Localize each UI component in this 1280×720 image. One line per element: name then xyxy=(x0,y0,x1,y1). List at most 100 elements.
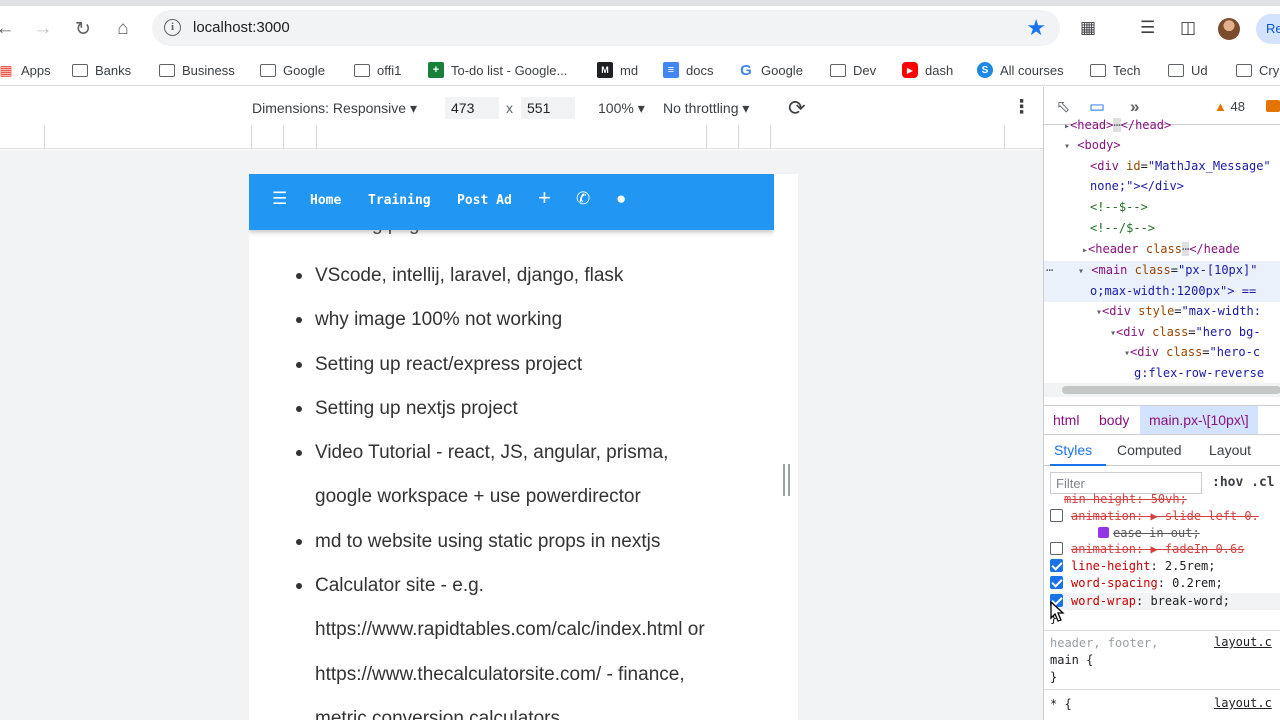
home-icon[interactable]: ⌂ xyxy=(110,16,136,42)
css-selector-dim[interactable]: header, footer, xyxy=(1050,635,1158,652)
css-decl-word-spacing[interactable]: word-spacing: 0.2rem; xyxy=(1050,575,1223,592)
plus-icon[interactable]: + xyxy=(538,185,551,211)
list-item: Setting up nextjs project xyxy=(249,387,774,431)
bookmark-dash[interactable]: ▶ dash xyxy=(902,60,953,80)
inspect-element-icon[interactable]: ⬁ xyxy=(1056,97,1070,117)
tab-styles[interactable]: Styles xyxy=(1054,442,1092,458)
bookmark-offi1[interactable]: offi1 xyxy=(354,60,401,80)
bookmark-dev[interactable]: Dev xyxy=(830,60,876,80)
dom-node-header[interactable]: ▸<header class⋯</heade xyxy=(1082,239,1240,259)
zoom-dropdown[interactable]: 100% ▾ xyxy=(598,100,645,117)
bookmark-google[interactable]: G Google xyxy=(738,60,803,80)
youtube-icon: ▶ xyxy=(902,62,918,78)
viewport-resize-handle[interactable] xyxy=(783,464,790,496)
reload-icon[interactable]: ↻ xyxy=(70,16,96,42)
dom-node-div-hero-c[interactable]: ▾<div class="hero-c xyxy=(1124,342,1260,362)
dom-node-mathjax-div[interactable]: <div id="MathJax_Message" xyxy=(1090,156,1271,176)
viewport-width-input[interactable]: 473 xyxy=(445,97,499,119)
tab-layout[interactable]: Layout xyxy=(1209,442,1251,458)
dom-comment[interactable]: <!--$--> xyxy=(1090,197,1148,217)
css-decl-animation-1-cont: ease-in-out; xyxy=(1098,525,1200,542)
device-toolbar: Dimensions: Responsive ▾ 473 x 551 100% … xyxy=(0,87,1043,125)
bookmark-docs[interactable]: ≡ docs xyxy=(663,60,713,80)
dom-node-main[interactable]: ▾ <main class="px-[10px]" xyxy=(1078,260,1257,280)
css-selector-main[interactable]: main { xyxy=(1050,652,1093,669)
forward-arrow-icon[interactable]: → xyxy=(30,16,56,42)
list-item: md to website using static props in next… xyxy=(249,520,774,564)
mouse-cursor-icon xyxy=(1050,601,1065,622)
more-options-icon[interactable]: ⋮ xyxy=(1012,96,1031,119)
bookmark-all-courses[interactable]: S All courses xyxy=(977,60,1064,80)
css-decl-line-height[interactable]: line-height: 2.5rem; xyxy=(1050,558,1216,575)
devtools-panel: ⬁ ▭ » ▲ 48 ▸<head>⋯</head> ▾ <body> <div… xyxy=(1043,87,1280,720)
site-info-icon[interactable]: i xyxy=(164,19,181,36)
css-decl-word-wrap[interactable]: word-wrap: break-word; xyxy=(1050,593,1280,610)
profile-avatar[interactable] xyxy=(1218,18,1240,40)
issues-icon[interactable] xyxy=(1266,100,1280,112)
site-navbar: ☰ Home Training Post Ad + ✆ ● xyxy=(249,174,774,230)
elements-tree: ▸<head>⋯</head> ▾ <body> <div id="MathJa… xyxy=(1044,118,1280,383)
list-item: why image 100% not working xyxy=(249,298,774,342)
sheets-icon: + xyxy=(428,62,444,78)
hamburger-menu-icon[interactable]: ☰ xyxy=(272,189,287,209)
dom-comment[interactable]: <!--/$--> xyxy=(1090,218,1155,238)
bookmark-md[interactable]: Mmd xyxy=(597,60,638,80)
more-tabs-chevron-icon[interactable]: » xyxy=(1130,97,1139,117)
bookmark-todo-list[interactable]: + To-do list - Google... xyxy=(428,60,567,80)
nav-training-link[interactable]: Training xyxy=(368,193,431,208)
bookmark-banks[interactable]: Banks xyxy=(72,60,131,80)
dom-node-menu-dots[interactable]: ⋯ xyxy=(1046,260,1053,280)
device-toggle-icon[interactable]: ▭ xyxy=(1089,97,1105,117)
reading-list-icon[interactable]: ☰ xyxy=(1140,18,1155,38)
user-icon[interactable]: ● xyxy=(616,189,626,209)
apps-grid-icon: ▦ xyxy=(0,61,13,78)
warnings-counter[interactable]: ▲ 48 xyxy=(1214,99,1245,114)
bookmark-business[interactable]: Business xyxy=(159,60,235,80)
checkbox-unchecked[interactable] xyxy=(1050,509,1063,522)
dom-node-head[interactable]: ▸<head>⋯</head> xyxy=(1064,115,1171,135)
tab-computed[interactable]: Computed xyxy=(1117,442,1182,458)
extensions-puzzle-icon[interactable]: ▦ xyxy=(1080,18,1096,38)
checkbox-unchecked[interactable] xyxy=(1050,542,1063,555)
bookmark-star-icon[interactable]: ★ xyxy=(1026,15,1046,41)
css-selector-universal[interactable]: * { xyxy=(1050,696,1072,713)
profile-chip[interactable]: Re xyxy=(1256,14,1280,44)
elements-horizontal-scrollbar[interactable] xyxy=(1044,383,1280,397)
back-arrow-icon[interactable]: ← xyxy=(0,16,18,42)
docs-icon: ≡ xyxy=(663,62,679,78)
hov-cls-toggles[interactable]: :hov .cl xyxy=(1212,475,1275,490)
courses-icon: S xyxy=(977,62,993,78)
dom-node-div-hero[interactable]: ▾<div class="hero bg- xyxy=(1110,322,1261,342)
dimension-separator: x xyxy=(506,100,513,116)
throttling-dropdown[interactable]: No throttling ▾ xyxy=(663,100,749,117)
easing-swatch-icon[interactable] xyxy=(1098,527,1109,538)
dom-node-body[interactable]: ▾ <body> xyxy=(1064,135,1121,155)
css-source-link[interactable]: layout.c xyxy=(1214,696,1272,710)
viewport-height-input[interactable]: 551 xyxy=(521,97,575,119)
bookmark-ud[interactable]: Ud xyxy=(1168,60,1208,80)
bookmark-google-folder[interactable]: Google xyxy=(260,60,325,80)
css-decl-min-height[interactable]: min-height: 50vh; xyxy=(1064,491,1187,508)
nav-post-ad-link[interactable]: Post Ad xyxy=(457,193,512,208)
rotate-icon[interactable]: ⟳ xyxy=(788,96,806,121)
breadcrumb-body[interactable]: body xyxy=(1090,406,1138,434)
bookmark-apps[interactable]: ▦ Apps xyxy=(0,60,51,80)
breadcrumb-html[interactable]: html xyxy=(1044,406,1088,434)
bookmark-cry[interactable]: Cry xyxy=(1236,60,1279,80)
phone-icon[interactable]: ✆ xyxy=(576,189,590,209)
css-source-link[interactable]: layout.c xyxy=(1214,635,1272,649)
dimensions-dropdown[interactable]: Dimensions: Responsive ▾ xyxy=(252,100,417,117)
todo-list: VScode, intellij, laravel, django, flask… xyxy=(249,254,774,720)
address-bar[interactable]: i localhost:3000 ★ xyxy=(152,10,1060,46)
dom-node-div-style[interactable]: ▾<div style="max-width: xyxy=(1096,301,1261,321)
url-text[interactable]: localhost:3000 xyxy=(193,19,290,36)
checkbox-checked[interactable] xyxy=(1050,559,1063,572)
checkbox-checked[interactable] xyxy=(1050,576,1063,589)
side-panel-icon[interactable]: ◫ xyxy=(1180,18,1196,38)
bookmark-tech[interactable]: Tech xyxy=(1090,60,1140,80)
nav-home-link[interactable]: Home xyxy=(310,193,341,208)
list-item: VScode, intellij, laravel, django, flask xyxy=(249,254,774,298)
css-decl-animation-2[interactable]: animation: ▶ fadeIn 0.6s xyxy=(1050,541,1244,558)
breadcrumb-main[interactable]: main.px-\[10px\] xyxy=(1140,406,1258,434)
css-decl-animation-1[interactable]: animation: ▶ slide-left 0. xyxy=(1050,508,1259,525)
